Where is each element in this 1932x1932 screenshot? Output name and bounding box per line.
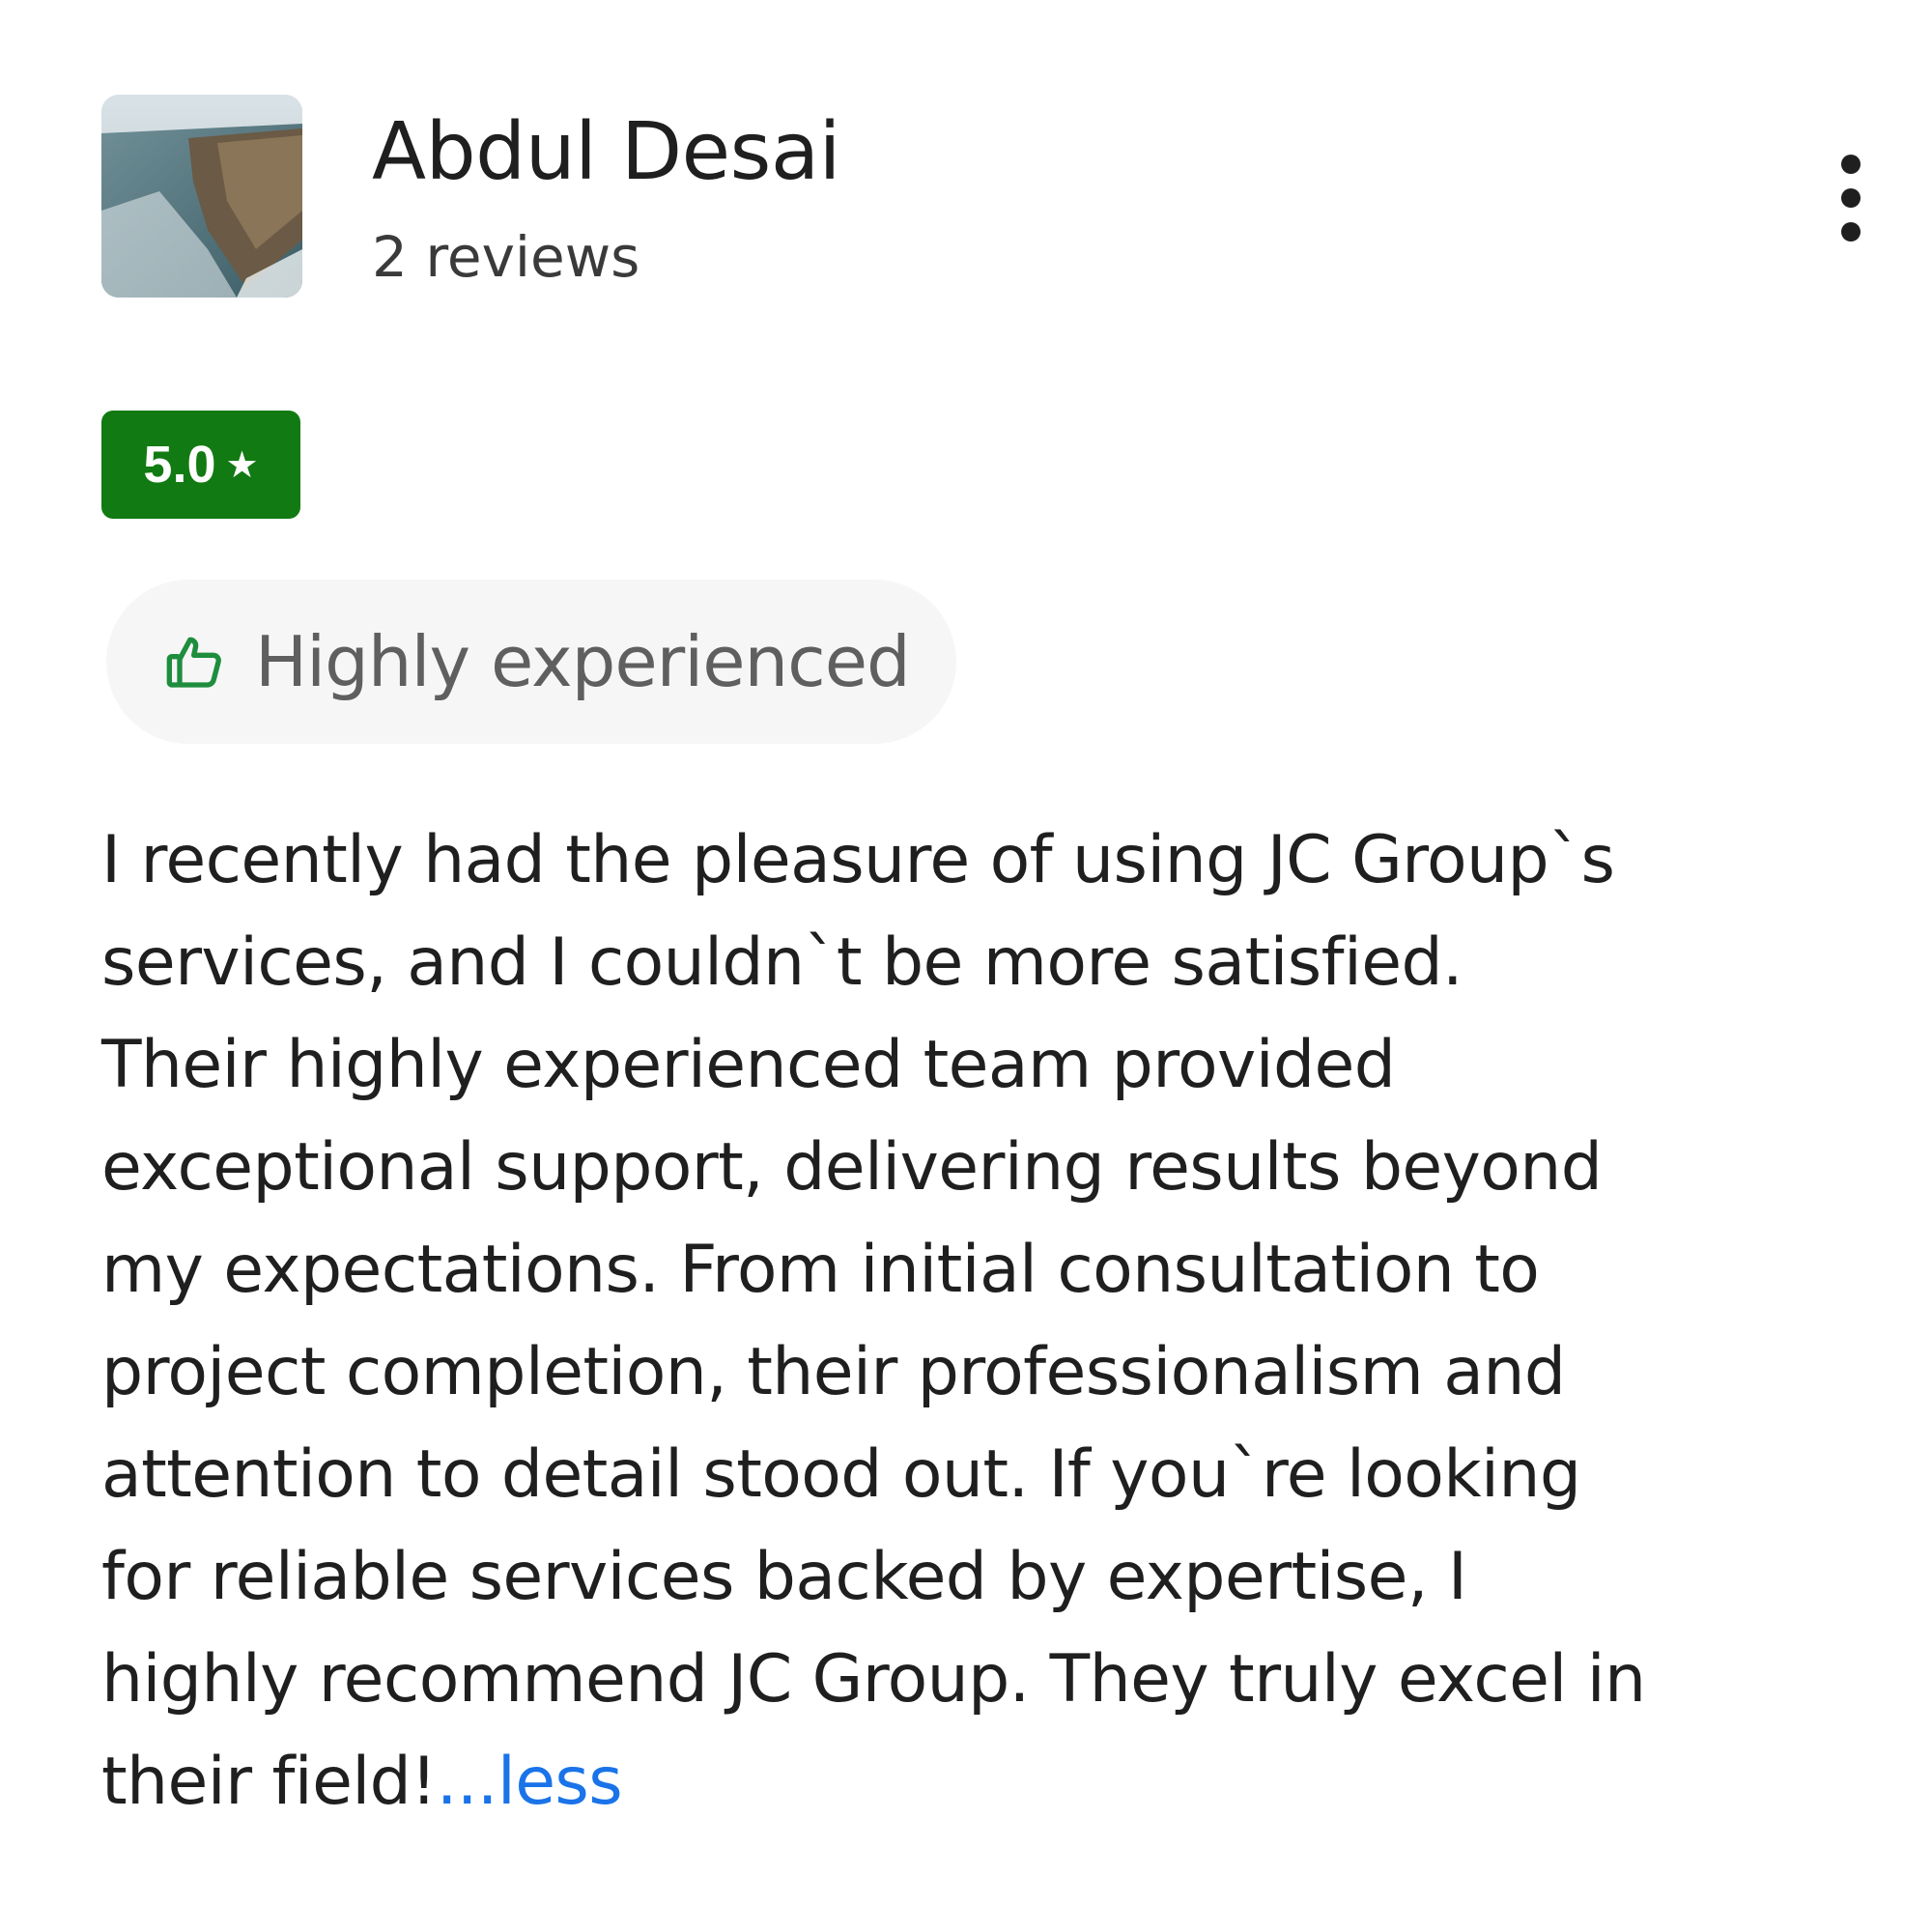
reviewer-review-count[interactable]: 2 reviews	[372, 224, 639, 290]
review-line: services, and I couldn`t be more satisfi…	[101, 924, 1463, 1001]
review-line: attention to detail stood out. If you`re…	[101, 1436, 1581, 1513]
rating-value: 5.0	[143, 436, 216, 494]
review-line: exceptional support, delivering results …	[101, 1129, 1603, 1206]
reviewer-name[interactable]: Abdul Desai	[372, 106, 840, 198]
more-vert-icon-dot-1	[1841, 155, 1861, 174]
review-line-text: their field!	[101, 1744, 437, 1820]
thumbs-up-icon	[164, 631, 226, 693]
review-line: Their highly experienced team provided	[101, 1027, 1396, 1103]
review-body: I recently had the pleasure of using JC …	[101, 810, 1908, 1833]
more-options-button[interactable]	[1816, 145, 1886, 251]
show-less-link[interactable]: ...less	[437, 1744, 623, 1820]
review-line: project completion, their professionalis…	[101, 1334, 1566, 1410]
review-line: I recently had the pleasure of using JC …	[101, 822, 1615, 898]
star-icon: ★	[225, 443, 259, 486]
rating-badge: 5.0 ★	[101, 411, 300, 519]
more-vert-icon-dot-3	[1841, 222, 1861, 242]
landscape-photo-icon	[101, 95, 302, 298]
review-line: my expectations. From initial consultati…	[101, 1232, 1540, 1308]
highlight-chip: Highly experienced	[106, 580, 956, 744]
more-vert-icon-dot-2	[1841, 188, 1861, 208]
reviewer-avatar[interactable]	[101, 95, 302, 298]
review-card: Abdul Desai 2 reviews 5.0 ★ Highly exper…	[0, 0, 1932, 1932]
highlight-label: Highly experienced	[255, 621, 911, 702]
review-line-last: their field!...less	[101, 1731, 1908, 1833]
review-line: for reliable services backed by expertis…	[101, 1539, 1467, 1615]
review-line: highly recommend JC Group. They truly ex…	[101, 1641, 1646, 1718]
